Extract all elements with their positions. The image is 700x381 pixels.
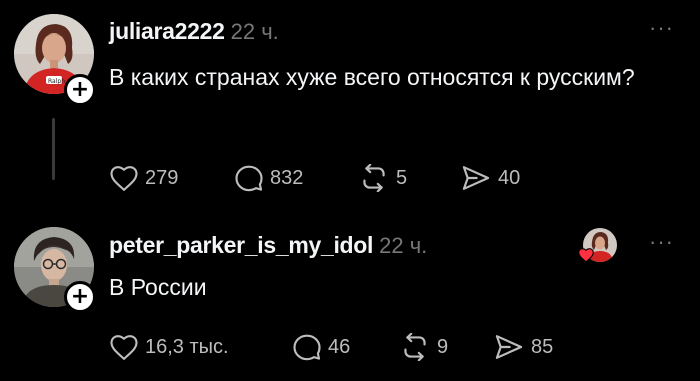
share-button[interactable]: 40 <box>460 161 520 195</box>
share-count: 85 <box>531 336 554 358</box>
repost-arrows-icon <box>404 333 426 361</box>
like-button[interactable]: 16,3 тыс. <box>109 330 292 364</box>
repost-button[interactable]: 5 <box>358 161 460 195</box>
heart-icon <box>110 166 138 191</box>
post-time: 22 ч. <box>379 233 428 258</box>
repost-arrows-icon <box>363 164 385 192</box>
liked-heart-icon <box>578 248 594 263</box>
repost-count: 9 <box>437 336 449 358</box>
share-button[interactable]: 85 <box>493 330 553 364</box>
post-text: В каких странах хуже всего относятся к р… <box>109 64 635 90</box>
like-count: 16,3 тыс. <box>145 336 229 358</box>
follow-button[interactable]: + <box>64 281 96 313</box>
comment-button[interactable]: 46 <box>292 330 399 364</box>
heart-icon <box>110 335 138 360</box>
post-text: В России <box>109 274 207 300</box>
username[interactable]: juliara2222 <box>109 18 225 44</box>
comment-bubble-icon <box>235 165 263 192</box>
send-plane-icon <box>462 166 490 190</box>
post: Ralph + juliara2222 22 ч. ··· В каких стр… <box>0 0 700 218</box>
post: + peter_parker_is_my_idol 22 ч. ··· В Рос… <box>0 218 700 381</box>
more-dots-icon[interactable]: ··· <box>649 231 674 253</box>
comment-count: 46 <box>328 336 351 358</box>
comment-count: 832 <box>270 167 304 189</box>
svg-text:Ralph: Ralph <box>48 78 65 85</box>
like-count: 279 <box>145 167 179 189</box>
send-plane-icon <box>495 335 523 359</box>
post-time: 22 ч. <box>230 19 279 44</box>
repost-count: 5 <box>396 167 408 189</box>
comment-button[interactable]: 832 <box>234 161 358 195</box>
like-button[interactable]: 279 <box>109 161 234 195</box>
post-header: juliara2222 22 ч. <box>109 16 279 50</box>
comment-bubble-icon <box>293 334 321 361</box>
share-count: 40 <box>498 167 521 189</box>
follow-button[interactable]: + <box>64 74 96 106</box>
repost-button[interactable]: 9 <box>399 330 493 364</box>
post-actions: 16,3 тыс. 46 9 85 <box>109 330 553 364</box>
post-header: peter_parker_is_my_idol 22 ч. <box>109 230 427 264</box>
thread-line <box>52 118 55 180</box>
username[interactable]: peter_parker_is_my_idol <box>109 232 373 258</box>
more-dots-icon[interactable]: ··· <box>649 17 674 39</box>
post-actions: 279 832 5 40 <box>109 161 520 195</box>
